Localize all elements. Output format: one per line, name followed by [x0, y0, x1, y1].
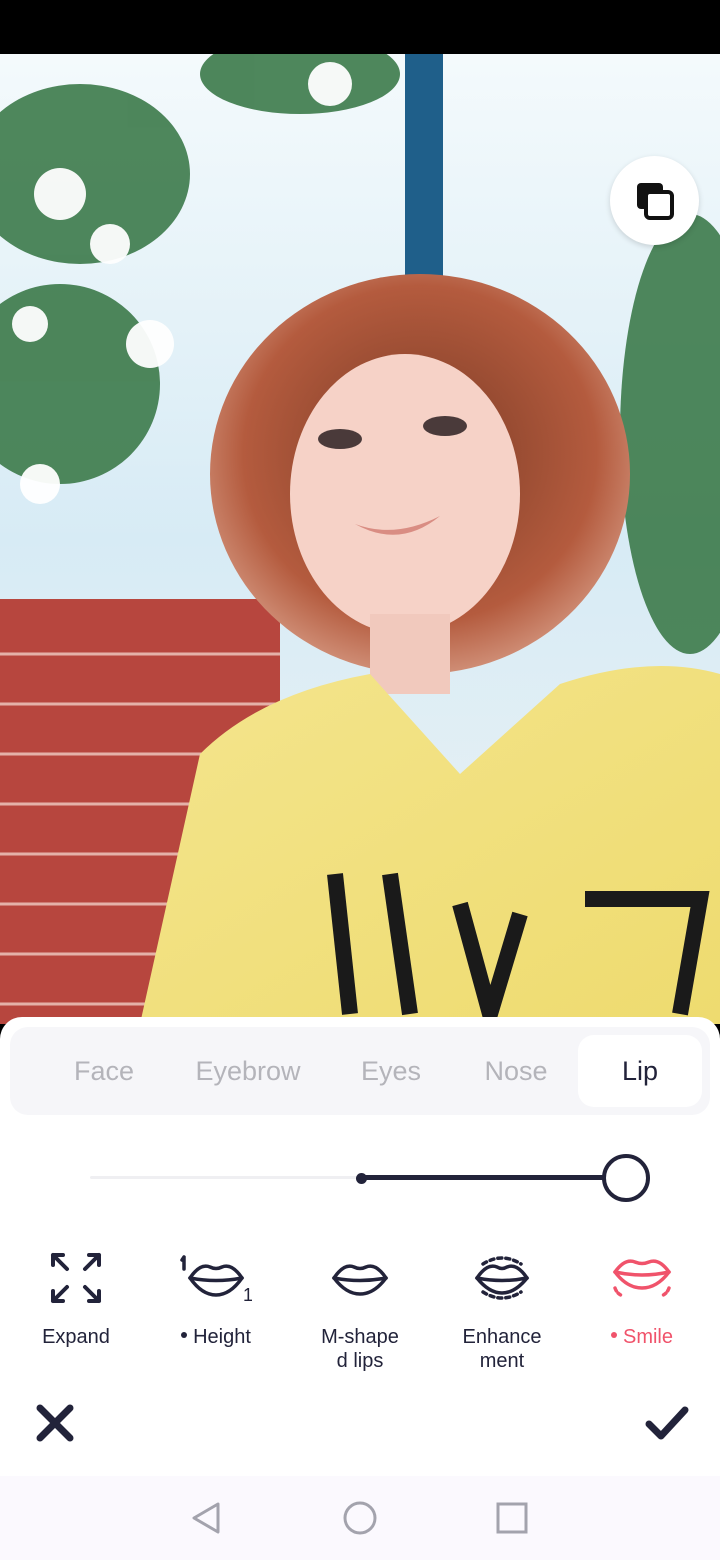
tool-m-shaped-lips[interactable]: M-shape d lips — [290, 1243, 430, 1373]
lips-icon — [331, 1264, 389, 1296]
intensity-slider[interactable] — [90, 1153, 650, 1203]
system-nav-bar — [0, 1476, 720, 1560]
lip-height-icon: 1 — [180, 1255, 252, 1305]
tab-lip[interactable]: Lip — [578, 1035, 702, 1107]
tab-nose[interactable]: Nose — [466, 1035, 566, 1107]
compare-button[interactable] — [610, 156, 699, 245]
tool-height[interactable]: 1 Height — [146, 1243, 286, 1349]
category-tabs: Face Eyebrow Eyes Nose Lip — [10, 1027, 710, 1115]
tab-eyebrow[interactable]: Eyebrow — [184, 1035, 312, 1107]
home-button[interactable] — [340, 1498, 380, 1538]
slider-thumb[interactable] — [602, 1154, 650, 1202]
svg-text:1: 1 — [243, 1285, 252, 1305]
expand-arrows-icon — [51, 1253, 101, 1303]
compare-icon — [636, 182, 674, 220]
close-icon — [36, 1404, 74, 1442]
tool-label: Expand — [42, 1326, 110, 1348]
recents-square-icon — [496, 1502, 528, 1534]
checkmark-icon — [645, 1406, 689, 1440]
lip-tools: Expand 1 Height M-shape d lips Enhance m… — [0, 1243, 720, 1373]
lips-enhance-icon — [474, 1256, 530, 1300]
home-circle-icon — [343, 1501, 377, 1535]
back-triangle-icon — [192, 1502, 220, 1534]
tool-smile[interactable]: Smile — [572, 1243, 712, 1349]
cancel-button[interactable] — [34, 1402, 76, 1444]
new-dot — [181, 1331, 188, 1338]
status-bar — [0, 0, 720, 54]
tool-expand[interactable]: Expand — [6, 1243, 146, 1349]
tool-enhancement[interactable]: Enhance ment — [432, 1243, 572, 1373]
tool-label: Height — [193, 1326, 251, 1348]
smile-lips-icon — [612, 1259, 672, 1298]
new-dot — [610, 1331, 617, 1338]
slider-fill — [360, 1175, 610, 1180]
tab-eyes[interactable]: Eyes — [340, 1035, 442, 1107]
tool-label: Enhance ment — [462, 1326, 542, 1372]
tool-label: Smile — [622, 1326, 673, 1348]
confirm-button[interactable] — [644, 1402, 690, 1444]
tab-face[interactable]: Face — [44, 1035, 164, 1107]
tool-label: M-shape d lips — [321, 1326, 399, 1372]
back-button[interactable] — [186, 1498, 226, 1538]
recents-button[interactable] — [492, 1498, 532, 1538]
